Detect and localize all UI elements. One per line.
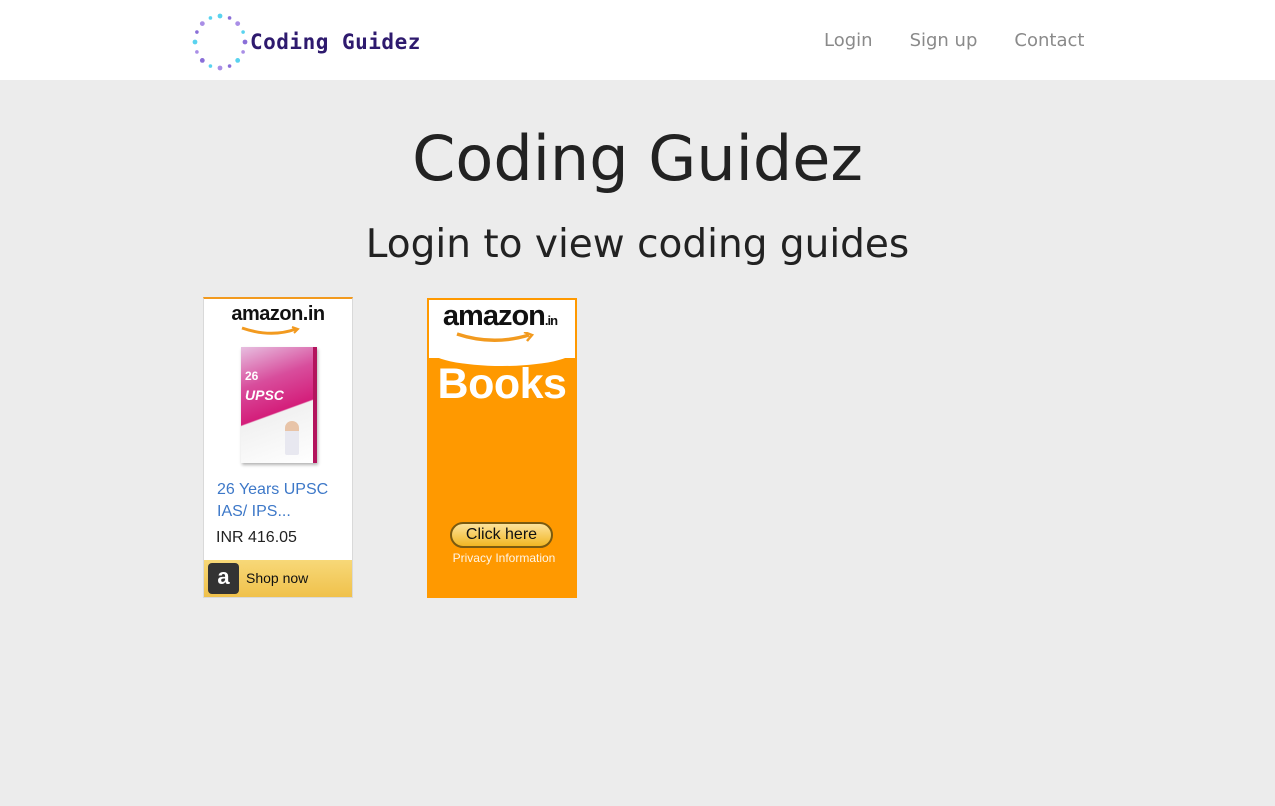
amazon-smile-icon bbox=[241, 326, 300, 335]
logo-dot bbox=[235, 57, 241, 63]
logo-dot bbox=[241, 50, 245, 54]
amazon-books-ad[interactable]: amazon.in Books Click here Privacy Infor… bbox=[427, 298, 577, 598]
amazon-logo-suffix: .in bbox=[544, 313, 558, 328]
logo-dot bbox=[227, 64, 232, 68]
brand-link[interactable]: Coding Guidez bbox=[190, 10, 421, 74]
logo-dot bbox=[241, 30, 245, 34]
product-price: INR 416.05 bbox=[216, 529, 297, 546]
shop-now-button[interactable]: a Shop now bbox=[204, 560, 352, 597]
nav-login-link[interactable]: Login bbox=[824, 29, 873, 53]
page-title: Coding Guidez bbox=[412, 122, 863, 195]
amazon-logo-large: amazon.in bbox=[427, 300, 573, 333]
logo-dot bbox=[217, 65, 223, 71]
amazon-logo: amazon.in bbox=[231, 303, 325, 325]
logo-dot bbox=[199, 21, 205, 27]
logo-dot bbox=[217, 13, 223, 19]
logo-dot bbox=[227, 16, 232, 20]
click-here-button[interactable]: Click here bbox=[450, 522, 553, 548]
dotted-circle-logo-icon bbox=[192, 13, 248, 71]
nav-contact-link[interactable]: Contact bbox=[1014, 29, 1084, 53]
amazon-a-icon: a bbox=[208, 563, 239, 594]
brand-name: Coding Guidez bbox=[250, 30, 421, 54]
logo-dot bbox=[208, 64, 213, 68]
amazon-logo-text: amazon bbox=[442, 300, 546, 332]
logo-dot bbox=[208, 16, 213, 20]
navbar: Coding Guidez Login Sign up Contact bbox=[0, 0, 1275, 80]
book-cover-title: UPSC bbox=[245, 387, 284, 403]
logo-dot bbox=[195, 30, 199, 34]
page-subtitle: Login to view coding guides bbox=[365, 222, 910, 267]
nav-links: Login Sign up Contact bbox=[824, 29, 1121, 53]
books-headline: Books bbox=[437, 360, 567, 408]
book-badge: 26 bbox=[245, 369, 259, 383]
privacy-info-link[interactable]: Privacy Information bbox=[427, 551, 581, 565]
shop-now-label: Shop now bbox=[246, 570, 309, 586]
logo-dot bbox=[235, 21, 241, 27]
nav-signup-link[interactable]: Sign up bbox=[910, 29, 978, 53]
amazon-smile-large-icon bbox=[456, 332, 535, 342]
author-photo bbox=[285, 421, 299, 455]
logo-dot bbox=[242, 39, 248, 45]
book-cover-image[interactable]: 26 UPSC bbox=[241, 347, 317, 463]
logo-dot bbox=[195, 50, 199, 54]
product-title-link[interactable]: 26 Years UPSC IAS/ IPS... bbox=[217, 479, 347, 523]
logo-dot bbox=[192, 39, 198, 45]
logo-dot bbox=[199, 57, 205, 63]
amazon-product-ad[interactable]: amazon.in 26 UPSC 26 Years UPSC IAS/ IPS… bbox=[203, 297, 353, 598]
